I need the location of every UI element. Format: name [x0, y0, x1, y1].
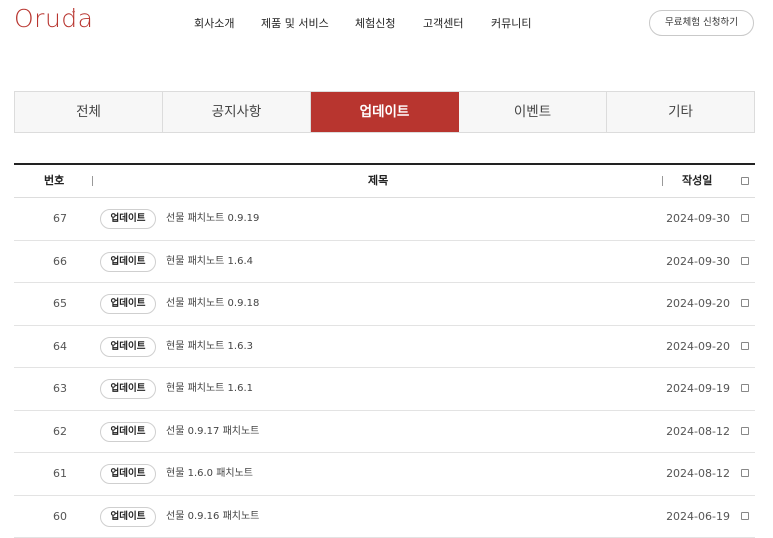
site-header: Oruda ˘ 회사소개 제품 및 서비스 체험신청 고객센터 커뮤니티 무료체…	[0, 0, 773, 48]
tab-event[interactable]: 이벤트	[459, 92, 607, 132]
post-title-link[interactable]: 현물 패치노트 1.6.3	[166, 326, 253, 367]
tab-all[interactable]: 전체	[15, 92, 163, 132]
post-date: 2024-09-19	[666, 382, 730, 395]
row-checkbox[interactable]	[741, 384, 749, 392]
post-number: 62	[53, 424, 67, 438]
post-date: 2024-09-30	[666, 254, 730, 268]
table-row[interactable]: 61 업데이트 현물 1.6.0 패치노트 2024-08-12	[14, 453, 755, 496]
category-badge: 업데이트	[100, 209, 156, 229]
post-number: 61	[53, 467, 67, 480]
nav-item-community[interactable]: 커뮤니티	[491, 14, 531, 34]
row-checkbox[interactable]	[741, 511, 749, 520]
post-number: 63	[53, 382, 67, 395]
post-date: 2024-08-12	[666, 467, 730, 480]
post-date: 2024-06-19	[666, 509, 730, 523]
row-checkbox[interactable]	[741, 426, 749, 435]
tab-update[interactable]: 업데이트	[311, 92, 459, 132]
table-row[interactable]: 62 업데이트 선물 0.9.17 패치노트 2024-08-12	[14, 411, 755, 453]
post-title-link[interactable]: 현물 패치노트 1.6.1	[166, 368, 253, 409]
table-header: 번호 제목 작성일	[14, 163, 755, 198]
category-badge: 업데이트	[100, 336, 156, 357]
free-trial-button[interactable]: 무료체험 신청하기	[649, 10, 754, 36]
post-title-link[interactable]: 현물 패치노트 1.6.4	[166, 241, 253, 282]
nav-item-products[interactable]: 제품 및 서비스	[261, 14, 329, 34]
tab-etc[interactable]: 기타	[607, 92, 754, 132]
nav-item-company[interactable]: 회사소개	[194, 14, 234, 34]
select-all-checkbox[interactable]	[741, 177, 749, 185]
header-title: 제목	[368, 174, 389, 187]
post-title-link[interactable]: 선물 0.9.17 패치노트	[166, 411, 259, 452]
table-row[interactable]: 66 업데이트 현물 패치노트 1.6.4 2024-09-30	[14, 241, 755, 283]
post-number: 65	[53, 297, 67, 310]
logo-text: Oruda	[14, 4, 94, 33]
category-badge: 업데이트	[100, 506, 156, 527]
header-date: 작성일	[682, 174, 713, 187]
post-date: 2024-09-20	[666, 339, 730, 353]
header-divider	[662, 176, 663, 186]
category-badge: 업데이트	[100, 251, 156, 272]
tab-notice[interactable]: 공지사항	[163, 92, 311, 132]
post-title-link[interactable]: 선물 패치노트 0.9.18	[166, 283, 259, 324]
post-title-link[interactable]: 현물 1.6.0 패치노트	[166, 453, 253, 494]
category-badge: 업데이트	[100, 464, 156, 484]
category-badge: 업데이트	[100, 421, 156, 442]
post-title-link[interactable]: 선물 패치노트 0.9.19	[166, 198, 259, 239]
post-number: 60	[53, 509, 67, 523]
logo-accent-icon: ˘	[71, 11, 77, 22]
table-row[interactable]: 65 업데이트 선물 패치노트 0.9.18 2024-09-20	[14, 283, 755, 326]
post-date: 2024-09-30	[666, 212, 730, 225]
category-tabs: 전체 공지사항 업데이트 이벤트 기타	[14, 91, 755, 133]
table-row[interactable]: 63 업데이트 현물 패치노트 1.6.1 2024-09-19	[14, 368, 755, 411]
row-checkbox[interactable]	[741, 341, 749, 350]
row-checkbox[interactable]	[741, 214, 749, 222]
table-row[interactable]: 60 업데이트 선물 0.9.16 패치노트 2024-06-19	[14, 496, 755, 538]
row-checkbox[interactable]	[741, 299, 749, 307]
table-row[interactable]: 64 업데이트 현물 패치노트 1.6.3 2024-09-20	[14, 326, 755, 368]
post-date: 2024-09-20	[666, 297, 730, 310]
category-badge: 업데이트	[100, 379, 156, 399]
row-checkbox[interactable]	[741, 469, 749, 477]
nav-item-trial[interactable]: 체험신청	[355, 14, 395, 34]
row-checkbox[interactable]	[741, 256, 749, 265]
nav-item-support[interactable]: 고객센터	[423, 14, 463, 34]
post-number: 66	[53, 254, 67, 268]
post-number: 67	[53, 212, 67, 225]
header-number: 번호	[44, 174, 65, 187]
table-row[interactable]: 67 업데이트 선물 패치노트 0.9.19 2024-09-30	[14, 198, 755, 241]
post-number: 64	[53, 339, 67, 353]
post-date: 2024-08-12	[666, 424, 730, 438]
post-table: 번호 제목 작성일 67 업데이트 선물 패치노트 0.9.19 2024-09-30…	[14, 163, 755, 538]
category-badge: 업데이트	[100, 294, 156, 314]
header-divider	[92, 176, 93, 186]
post-title-link[interactable]: 선물 0.9.16 패치노트	[166, 496, 259, 537]
table-body: 67 업데이트 선물 패치노트 0.9.19 2024-09-30 66 업데이트 현물 패…	[14, 198, 755, 538]
logo[interactable]: Oruda ˘	[14, 4, 94, 34]
